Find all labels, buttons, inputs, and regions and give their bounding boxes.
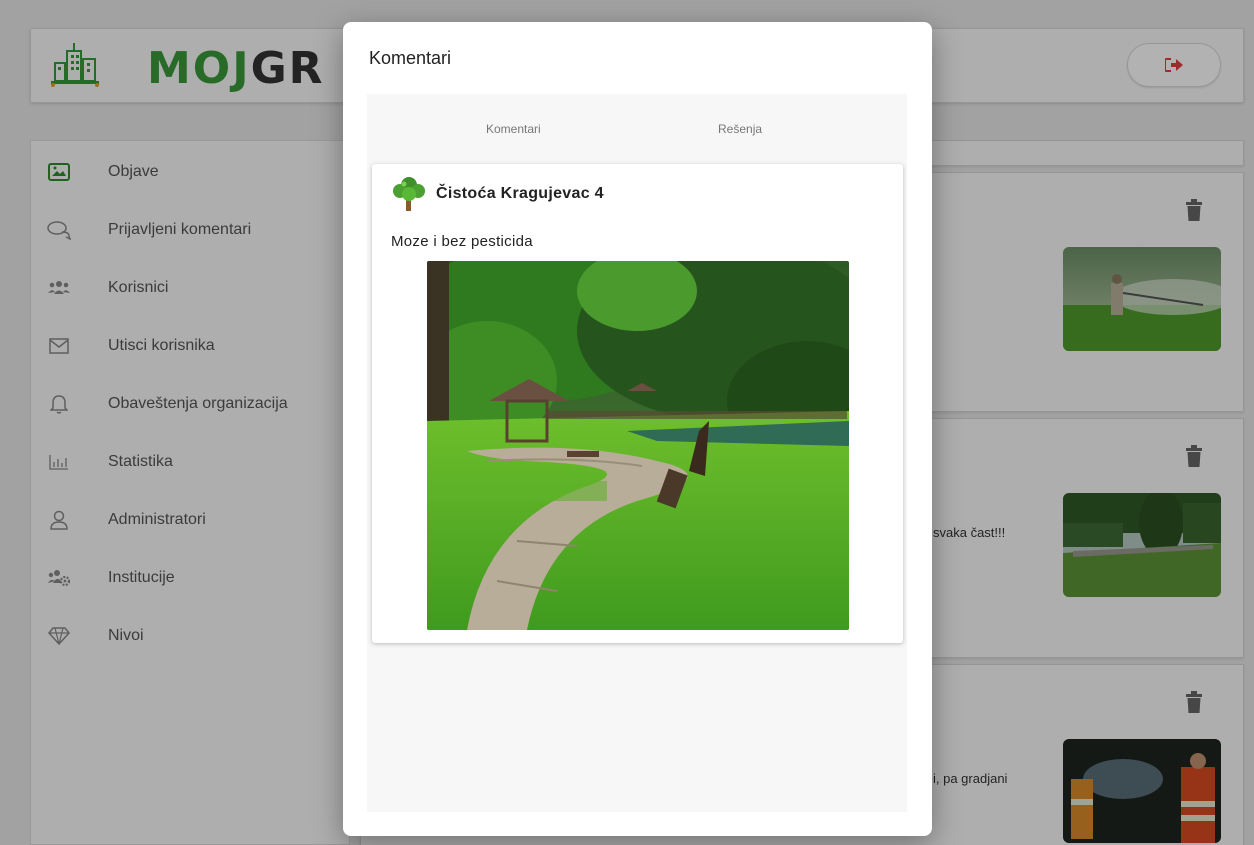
park-path-photo — [427, 261, 849, 630]
tab-komentari[interactable]: Komentari — [486, 122, 541, 136]
comment-card: Čistoća Kragujevac 4 Moze i bez pesticid… — [372, 164, 903, 643]
comment-text: Moze i bez pesticida — [391, 233, 533, 250]
modal-body: Komentari Rešenja Čistoća Kragujevac 4 M… — [367, 94, 907, 812]
comments-modal: Komentari Komentari Rešenja Čistoća Krag… — [343, 22, 932, 836]
comment-author: Čistoća Kragujevac 4 — [436, 185, 604, 202]
modal-title: Komentari — [369, 48, 452, 68]
tree-icon — [393, 177, 425, 211]
comment-image[interactable] — [427, 261, 849, 630]
tab-resenja[interactable]: Rešenja — [718, 122, 762, 136]
